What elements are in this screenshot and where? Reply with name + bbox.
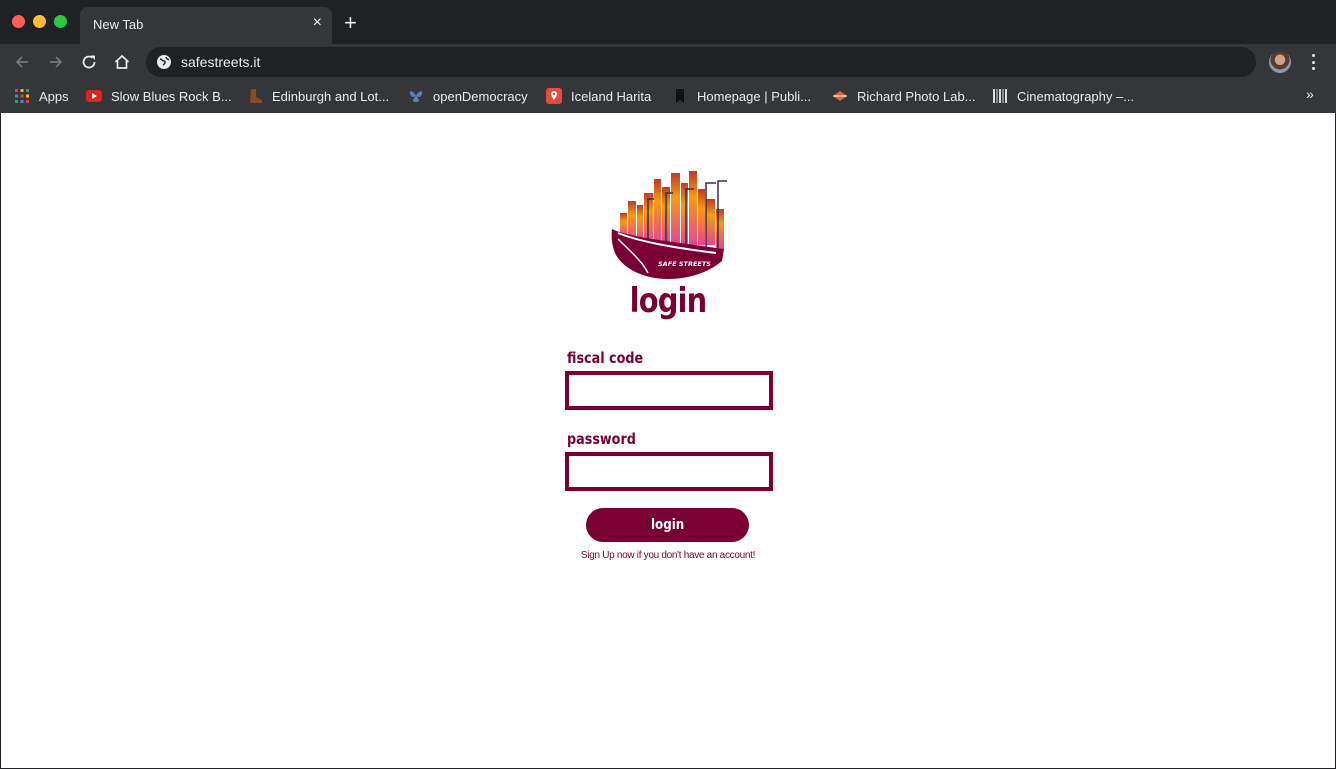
browser-tab[interactable]: New Tab × [80, 7, 332, 44]
bookmark-apps[interactable]: Apps [14, 86, 69, 106]
forward-arrow-icon[interactable] [45, 51, 67, 73]
globe-icon[interactable] [156, 54, 172, 75]
boot-icon [247, 88, 263, 104]
close-icon[interactable]: × [313, 15, 322, 31]
fiscal-code-label: fiscal code [567, 349, 644, 367]
address-bar[interactable]: safestreets.it [146, 47, 1256, 77]
url-text: safestreets.it [181, 54, 261, 70]
bookmark-slow-blues[interactable]: Slow Blues Rock B... [86, 86, 232, 106]
signup-link[interactable]: Sign Up now if you don't have an account… [1, 550, 1335, 561]
close-window-button[interactable] [12, 15, 25, 28]
safe-streets-logo: SAFE STREETS [611, 171, 727, 279]
youtube-icon [86, 88, 102, 104]
page-title: login [629, 281, 708, 321]
password-label: password [567, 430, 636, 448]
minimize-window-button[interactable] [33, 15, 46, 28]
bookmark-label: Cinematography –... [1017, 88, 1135, 104]
home-icon[interactable] [111, 51, 133, 73]
bookmark-label: Iceland Harita [571, 88, 652, 104]
bookmark-label: Edinburgh and Lot... [272, 88, 390, 104]
reload-icon[interactable] [78, 51, 100, 73]
password-input[interactable] [565, 452, 773, 491]
back-arrow-icon[interactable] [11, 51, 33, 73]
more-bookmarks-button[interactable]: » [1306, 86, 1314, 102]
bookmark-label: Apps [39, 88, 69, 104]
more-menu-icon[interactable] [1304, 52, 1322, 72]
maximize-window-button[interactable] [54, 15, 67, 28]
page-viewport: SAFE STREETS login fiscal code password … [1, 113, 1335, 768]
bookmark-label: Richard Photo Lab... [857, 88, 976, 104]
apps-grid-icon [14, 88, 30, 104]
login-button-label: login [650, 517, 685, 533]
bookmark-icon [672, 88, 688, 104]
barcode-icon [992, 88, 1008, 104]
bookmark-label: Slow Blues Rock B... [111, 88, 232, 104]
bookmark-label: Homepage | Publi... [697, 88, 811, 104]
tab-title: New Tab [93, 17, 144, 32]
new-tab-button[interactable]: + [344, 12, 357, 34]
map-pin-icon [546, 88, 562, 104]
login-button[interactable]: login [586, 508, 749, 542]
bookmarks-bar: Apps Slow Blues Rock B... Edinburgh and … [0, 80, 1336, 113]
bookmark-opendemocracy[interactable]: openDemocracy [408, 86, 528, 106]
bookmark-label: openDemocracy [433, 88, 528, 104]
tab-strip: New Tab × + [0, 0, 1336, 44]
logo-text: SAFE STREETS [658, 260, 711, 268]
diamond-icon [832, 88, 848, 104]
browser-toolbar: safestreets.it [0, 44, 1336, 80]
profile-avatar[interactable] [1269, 51, 1291, 73]
bookmark-cinematography[interactable]: Cinematography –... [992, 86, 1134, 106]
butterfly-icon [408, 88, 424, 104]
bookmark-iceland-harita[interactable]: Iceland Harita [546, 86, 651, 106]
bookmark-edinburgh[interactable]: Edinburgh and Lot... [247, 86, 389, 106]
bookmark-homepage[interactable]: Homepage | Publi... [672, 86, 811, 106]
fiscal-code-input[interactable] [565, 371, 773, 410]
bookmark-richard-photo-lab[interactable]: Richard Photo Lab... [832, 86, 976, 106]
